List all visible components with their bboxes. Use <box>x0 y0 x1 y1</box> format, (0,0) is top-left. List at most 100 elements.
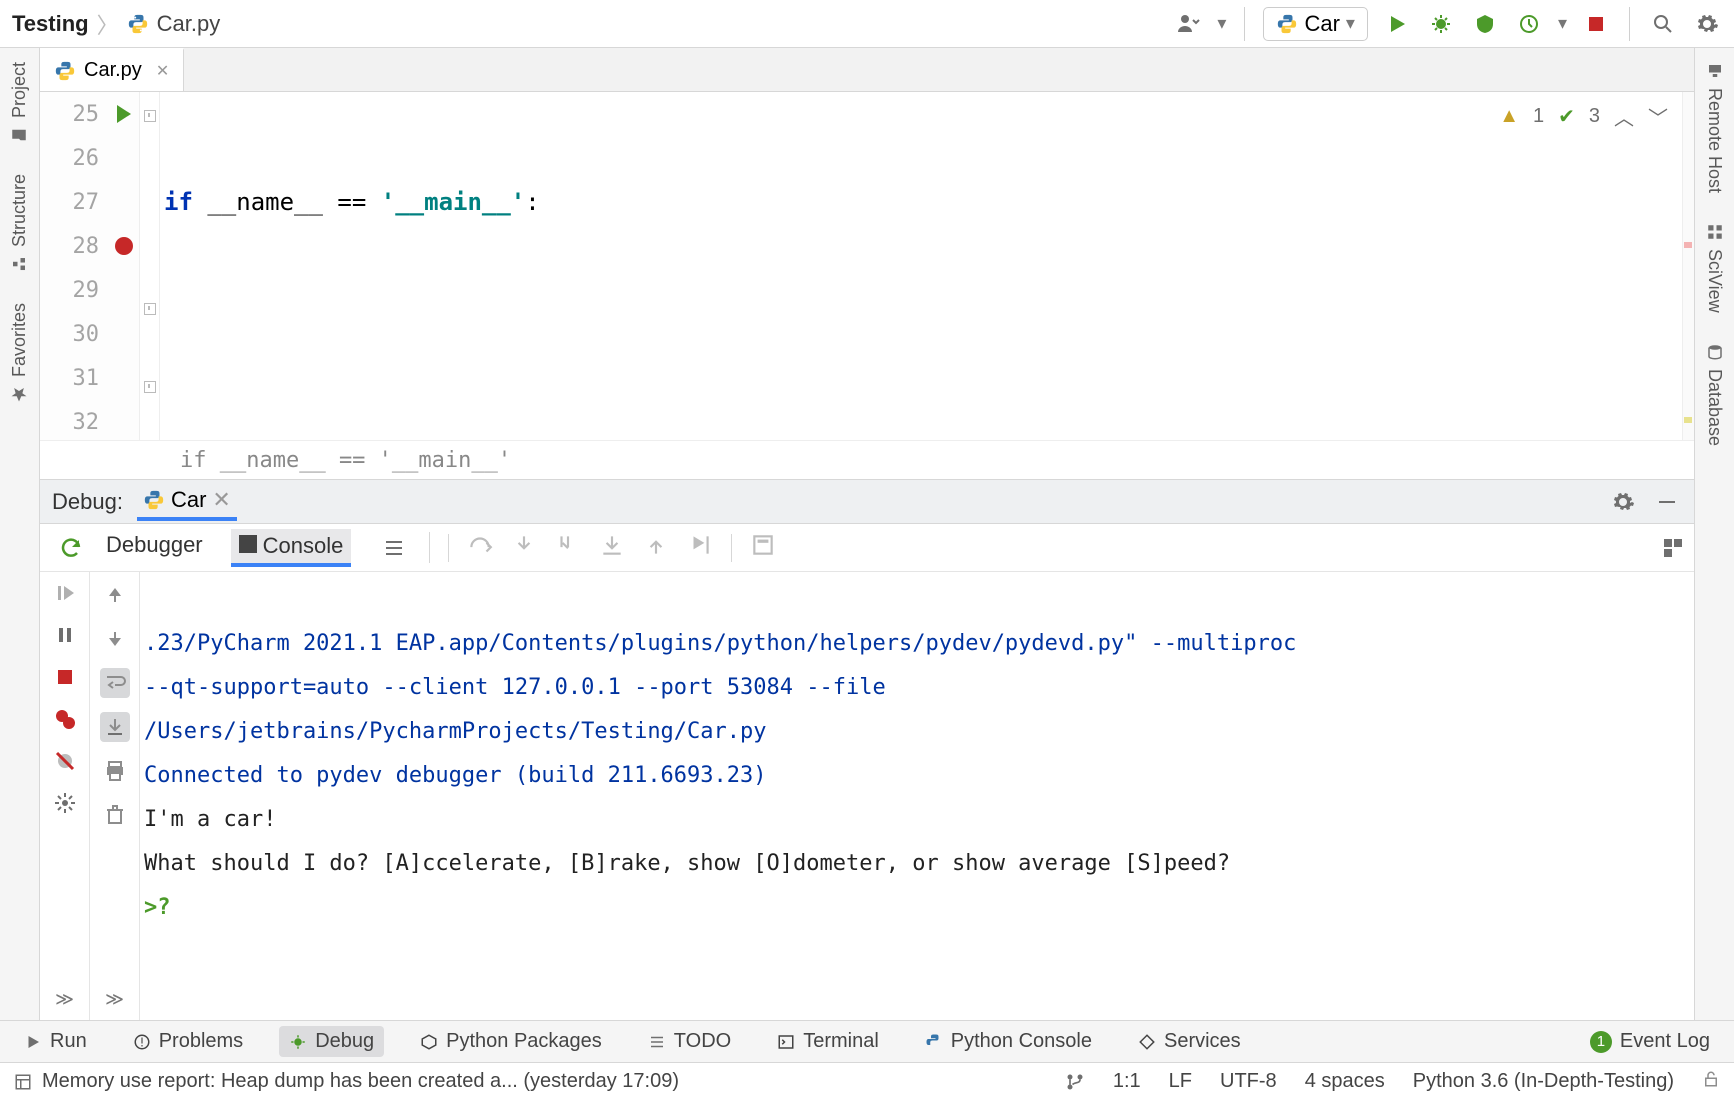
breadcrumb-file[interactable]: Car.py <box>157 11 221 37</box>
indent-setting[interactable]: 4 spaces <box>1305 1070 1385 1093</box>
python-console-tool-button[interactable]: Python Console <box>915 1026 1102 1057</box>
lock-icon[interactable] <box>1702 1070 1720 1094</box>
search-icon[interactable] <box>1648 9 1678 39</box>
services-tool-button[interactable]: Services <box>1128 1026 1251 1057</box>
git-branch-icon[interactable] <box>1065 1072 1085 1092</box>
console-line: .23/PyCharm 2021.1 EAP.app/Contents/plug… <box>144 631 1296 656</box>
database-label: Database <box>1704 369 1725 446</box>
todo-tool-button[interactable]: TODO <box>638 1026 741 1057</box>
run-tool-button[interactable]: Run <box>14 1026 97 1057</box>
step-out-icon[interactable] <box>643 532 669 563</box>
sciview-tool-button[interactable]: SciView <box>1704 223 1725 313</box>
run-to-cursor-icon[interactable] <box>687 532 713 563</box>
console-output[interactable]: .23/PyCharm 2021.1 EAP.app/Contents/plug… <box>140 572 1694 1020</box>
project-tool-window-button[interactable]: Project <box>9 62 30 144</box>
close-icon[interactable]: ✕ <box>212 487 230 513</box>
mute-breakpoints-icon[interactable] <box>52 748 78 774</box>
print-icon[interactable] <box>100 756 130 786</box>
status-message[interactable]: Memory use report: Heap dump has been cr… <box>42 1070 679 1093</box>
python-packages-tool-button[interactable]: Python Packages <box>410 1026 612 1057</box>
step-over-icon[interactable] <box>467 532 493 563</box>
scroll-down-icon[interactable] <box>100 624 130 654</box>
rerun-button-icon[interactable] <box>56 533 86 563</box>
run-button-icon[interactable] <box>1382 9 1412 39</box>
error-stripe-mark[interactable] <box>1684 242 1692 248</box>
gutter-line-28-breakpoint[interactable]: 28 <box>40 224 139 268</box>
console-line: Connected to pydev debugger (build 211.6… <box>144 763 767 788</box>
context-breadcrumb[interactable]: if __name__ == '__main__' <box>40 440 1694 480</box>
favorites-tool-window-button[interactable]: Favorites <box>9 303 30 403</box>
force-step-into-icon[interactable] <box>599 532 625 563</box>
code-editor[interactable]: 25 26 27 28 29 30 31 32 33 <box>40 92 1694 440</box>
debug-tool-button[interactable]: Debug <box>279 1026 384 1057</box>
fold-toggle[interactable] <box>140 285 159 324</box>
fold-gutter[interactable] <box>140 92 160 440</box>
top-toolbar: Testing 〉 Car.py ▾ Car ▾ <box>0 0 1734 48</box>
stop-icon[interactable] <box>52 664 78 690</box>
fold-toggle[interactable] <box>140 363 159 402</box>
stop-button-icon[interactable] <box>1581 9 1611 39</box>
console-tab[interactable]: Console <box>231 529 352 567</box>
profile-button-icon[interactable] <box>1514 9 1544 39</box>
more-actions-icon[interactable]: ≫ <box>105 989 124 1010</box>
gear-icon[interactable] <box>1608 487 1638 517</box>
remote-host-label: Remote Host <box>1704 88 1725 193</box>
clear-icon[interactable] <box>100 800 130 830</box>
evaluate-expression-icon[interactable] <box>750 532 776 563</box>
caret-position[interactable]: 1:1 <box>1113 1070 1141 1093</box>
terminal-tool-button[interactable]: Terminal <box>767 1026 889 1057</box>
resume-icon[interactable] <box>52 580 78 606</box>
gutter-line-25[interactable]: 25 <box>40 92 139 136</box>
chevron-down-icon[interactable]: ﹀ <box>1648 102 1668 131</box>
remote-host-tool-button[interactable]: Remote Host <box>1704 62 1725 193</box>
hide-icon[interactable] <box>1652 487 1682 517</box>
debugger-tab[interactable]: Debugger <box>106 532 203 564</box>
more-actions-icon[interactable]: ≫ <box>55 989 74 1010</box>
step-into-icon[interactable] <box>511 532 537 563</box>
gutter-line-26[interactable]: 26 <box>40 136 139 180</box>
breadcrumb[interactable]: Testing 〉 Car.py <box>12 8 220 40</box>
gear-icon[interactable] <box>1692 9 1722 39</box>
run-configuration-selector[interactable]: Car ▾ <box>1263 7 1368 41</box>
event-log-tool-button[interactable]: 1Event Log <box>1580 1026 1720 1057</box>
line-separator[interactable]: LF <box>1169 1070 1192 1093</box>
pause-icon[interactable] <box>52 622 78 648</box>
tool-windows-icon[interactable] <box>14 1073 32 1091</box>
coverage-button-icon[interactable] <box>1470 9 1500 39</box>
interpreter[interactable]: Python 3.6 (In-Depth-Testing) <box>1413 1070 1674 1093</box>
breadcrumb-root[interactable]: Testing <box>12 11 89 37</box>
structure-tool-window-button[interactable]: Structure <box>9 174 30 273</box>
debug-button-icon[interactable] <box>1426 9 1456 39</box>
pass-count: 3 <box>1589 105 1600 128</box>
chevron-up-icon[interactable]: ︿ <box>1614 102 1634 131</box>
user-dropdown-icon[interactable] <box>1173 9 1203 39</box>
error-stripe[interactable] <box>1682 92 1694 440</box>
gutter-line-30[interactable]: 30 <box>40 312 139 356</box>
inspection-widget[interactable]: ▲ 1 ✔ 3 ︿ ﹀ <box>1499 102 1668 131</box>
file-encoding[interactable]: UTF-8 <box>1220 1070 1277 1093</box>
step-into-my-code-icon[interactable] <box>555 532 581 563</box>
settings-icon[interactable] <box>52 790 78 816</box>
line-number-gutter[interactable]: 25 26 27 28 29 30 31 32 33 <box>40 92 140 440</box>
scroll-up-icon[interactable] <box>100 580 130 610</box>
database-tool-button[interactable]: Database <box>1704 343 1725 446</box>
scroll-to-end-icon[interactable] <box>100 712 130 742</box>
code-text-area[interactable]: if __name__ == '__main__': my_car = Car(… <box>160 92 1682 440</box>
project-label: Project <box>9 62 30 118</box>
error-stripe-mark[interactable] <box>1684 417 1692 423</box>
view-breakpoints-icon[interactable] <box>52 706 78 732</box>
debug-session-tab[interactable]: Car ✕ <box>137 483 237 521</box>
layout-settings-icon[interactable] <box>1658 533 1688 563</box>
fold-toggle[interactable] <box>140 92 159 131</box>
console-prompt[interactable]: >? <box>144 895 171 920</box>
gutter-line-27[interactable]: 27 <box>40 180 139 224</box>
soft-wrap-icon[interactable] <box>100 668 130 698</box>
problems-tool-button[interactable]: Problems <box>123 1026 253 1057</box>
gutter-line-32[interactable]: 32 <box>40 400 139 440</box>
close-icon[interactable]: ✕ <box>156 61 169 81</box>
chevron-down-icon: ▾ <box>1558 13 1567 34</box>
threads-icon[interactable] <box>379 533 409 563</box>
gutter-line-29[interactable]: 29 <box>40 268 139 312</box>
gutter-line-31[interactable]: 31 <box>40 356 139 400</box>
editor-tab[interactable]: Car.py ✕ <box>40 48 184 91</box>
